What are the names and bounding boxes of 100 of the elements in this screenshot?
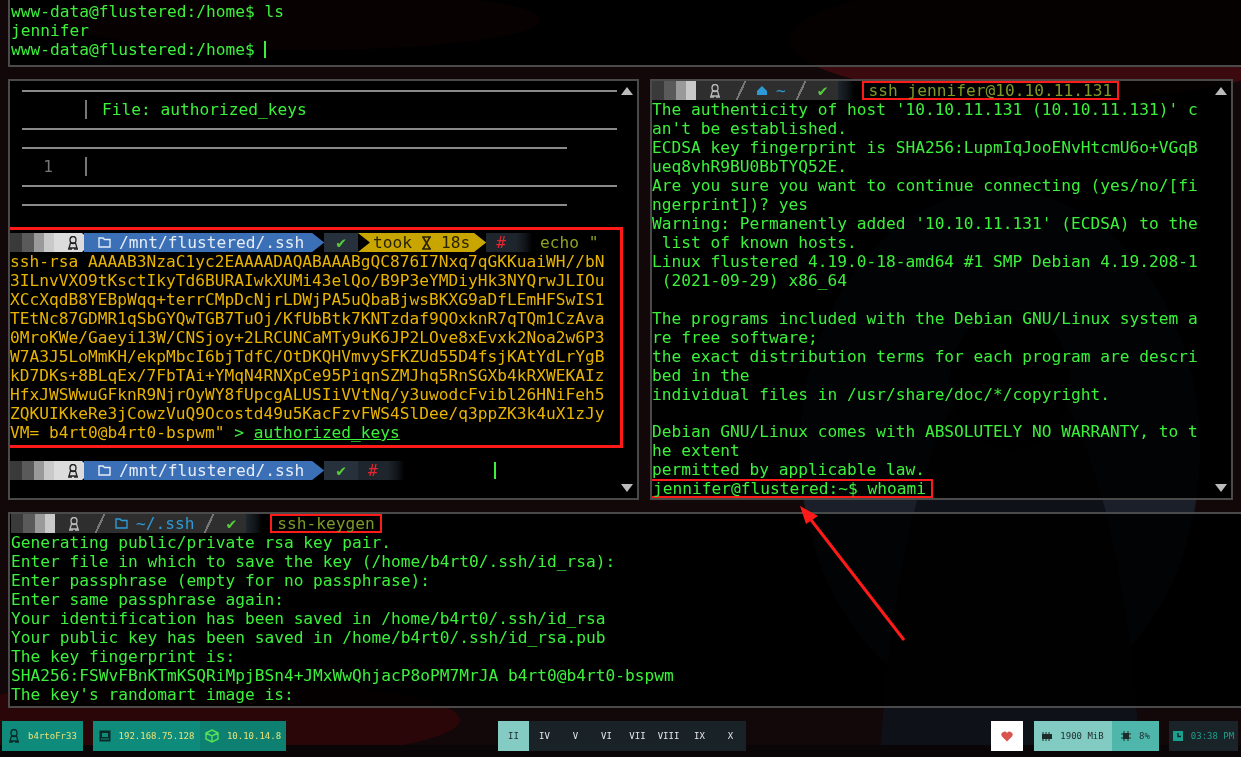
key-text: XCcXqdB8YEBpWqq+terrCMpDcNjrLDWjPA5uQbaBjwsBKXG9aDfLEmHFSwIS1 — [10, 290, 605, 309]
workspace-tab[interactable]: X — [715, 721, 746, 751]
output-line: re free software; — [652, 327, 818, 347]
hourglass-icon — [420, 235, 432, 250]
workspace-tab[interactable]: VI — [591, 721, 622, 751]
terminal-line: jennifer — [11, 21, 89, 40]
path-text: ~/.ssh — [136, 514, 195, 533]
output-line: The authenticity of host '10.10.11.131 (10.10.11.131)' c — [652, 100, 1198, 119]
command-text: ssh jennifer@10.10.11.131 — [868, 81, 1113, 100]
output-line: The key fingerprint is: — [11, 647, 236, 666]
redirect-symbol: > — [234, 423, 244, 442]
status-segment: ✔ — [324, 461, 358, 480]
output-line: The programs included with the Debian GNU/Linux system a — [652, 308, 1198, 328]
output-line: ECDSA key fingerprint is SHA256:LupmIqJooENvHtcmU6o+VGqB — [652, 138, 1198, 157]
prompt-decoration — [11, 514, 55, 533]
prompt-decoration — [10, 233, 54, 252]
output-line: Enter file in which to save the key (/home/b4rt0/.ssh/id_rsa): — [11, 552, 616, 571]
folder-icon — [98, 465, 111, 476]
memory-usage: 1900 MiB — [1060, 731, 1104, 741]
workspace-tab[interactable]: VII — [622, 721, 653, 751]
workspace-tab[interactable]: IX — [684, 721, 715, 751]
prompt-decoration — [652, 81, 696, 100]
terminal-line: www-data@flustered:/home$ — [11, 40, 256, 59]
output-line: Generating public/private rsa key pair. — [11, 533, 392, 552]
path-text: /mnt/flustered/.ssh — [119, 233, 305, 252]
key-text: ssh-rsa AAAAB3NzaC1yc2EAAAADAQABAAABgQC876I7Nxq7qGKKuaiWH//bN — [10, 252, 605, 271]
output-line: the exact distribution terms for each program are descri — [652, 346, 1198, 366]
linux-icon — [709, 83, 721, 98]
output-line: list of known hosts. — [660, 233, 857, 252]
user-name: b4rtoFr33 — [28, 731, 77, 741]
ip-address: 10.10.14.8 — [226, 731, 282, 741]
output-line: Your identification has been saved in /home/b4rt0/.ssh/id_rsa — [11, 609, 606, 628]
linux-icon — [8, 729, 21, 743]
shell-prompt: jennifer@flustered:~$ whoami — [653, 479, 926, 498]
scroll-down-icon[interactable] — [621, 484, 633, 492]
linux-icon — [67, 235, 79, 250]
folder-icon — [115, 518, 128, 529]
key-text: HfxJWSWwuGFknR9NjrOyWY8fUpcgALUSIiVVtNq/y3uwodcFvibl26HNiFeh5 — [10, 385, 605, 404]
root-segment: # — [486, 233, 516, 252]
heart-icon — [1001, 730, 1013, 742]
status-segment: ✔ — [324, 233, 358, 252]
ethernet-icon — [98, 730, 111, 742]
memory-icon — [1042, 731, 1053, 741]
output-line: permitted by applicable law. — [652, 460, 925, 479]
output-line: bed in the — [652, 365, 750, 385]
heart-button[interactable] — [991, 721, 1023, 751]
command-text: echo " — [539, 233, 599, 252]
home-icon — [756, 85, 768, 96]
output-line: ueq8vhR9BU0BbTYQ52E. — [652, 157, 847, 176]
output-line: Debian GNU/Linux comes with ABSOLUTELY NO WARRANTY, to t — [652, 422, 1198, 441]
key-text: 0MroKWe/Gaeyi13W/CNSjoy+2LRCUNCaMTy9uK6JP2LOve8xEvxk2Noa2w6P3 — [10, 328, 605, 347]
file-link[interactable]: authorized_keys — [253, 423, 400, 442]
key-text: VM= b4rt0@b4rt0-bspwm" — [10, 423, 225, 442]
prompt-decoration — [246, 514, 263, 533]
clock-time: 03:38 PM — [1190, 731, 1235, 741]
output-line: Your public key has been saved in /home/b4rt0/.ssh/id_rsa.pub — [11, 628, 606, 647]
scroll-down-icon[interactable] — [1215, 484, 1227, 492]
output-line: an't be established. — [652, 119, 847, 138]
output-line: Enter same passphrase again: — [11, 590, 284, 609]
output-line: he extent — [652, 441, 740, 460]
output-line: The key's randomart image is: — [11, 685, 294, 704]
terminal-line: www-data@flustered:/home$ ls — [11, 2, 284, 21]
output-line: Are you sure you want to continue connecting (yes/no/[fi — [652, 176, 1198, 195]
workspace-tab[interactable]: VIII — [653, 721, 684, 751]
workspace-tab[interactable]: V — [560, 721, 591, 751]
status-segment: ✔ — [807, 81, 838, 100]
cpu-usage: 8% — [1139, 731, 1150, 741]
cpu-icon — [1121, 731, 1132, 741]
workspace-tab[interactable]: II — [498, 721, 529, 751]
key-text: kD7DKs+8BLqEx/7FbTAi+YMqN4RNXpCe95PiqnSZMJhq5RnSGXb4kRXWEKAIz — [10, 366, 605, 385]
output-line: Linux flustered 4.19.0-18-amd64 #1 SMP Debian 4.19.208-1 — [652, 252, 1198, 271]
command-text: ssh-keygen — [277, 514, 375, 533]
path-text: /mnt/flustered/.ssh — [119, 461, 305, 480]
output-line: (2021-09-29) x86_64 — [660, 271, 847, 290]
line-number: 1 — [42, 157, 54, 176]
output-line: Enter passphrase (empty for no passphrase): — [11, 571, 431, 590]
key-text: 3ILnvVXO9tKsctIkyTd6BURAIwkXUMi43elQo/B9P3eYMDiyHk3NYQrwJLIOu — [10, 271, 605, 290]
key-text: W7A3J5LoMmKH/ekpMbcI6bjTdfC/OtDKQHVmvySFKZUd55D4fsjKAtYdLrYgB — [10, 347, 605, 366]
key-text: TEtNc87GDMR1qSbGYQwTGB7TuOj/KfUbBtk7KNTzdaf9QOxknR7qTQm1CzAva — [10, 309, 605, 328]
linux-icon — [68, 516, 80, 531]
key-text: ZQKUIKkeRe3jCowzVuQ9Ocostd49u5KacFzvFWS4SlDee/q3ppZK3k4uX1zJy — [10, 404, 605, 423]
duration-value: 18s — [440, 233, 471, 252]
cube-icon — [204, 729, 219, 743]
prompt-decoration — [10, 461, 54, 480]
ip-address: 192.168.75.128 — [118, 731, 195, 741]
workspace-tab[interactable]: IV — [529, 721, 560, 751]
output-line: Warning: Permanently added '10.10.11.131' (ECDSA) to the — [652, 214, 1198, 233]
clock-icon — [1172, 731, 1183, 741]
output-line: SHA256:FSWvFBnKTmKSQRiMpjBSn4+JMxWwQhjacP8oPM7MrJA b4rt0@b4rt0-bspwm — [11, 666, 674, 685]
scroll-up-icon[interactable] — [1215, 87, 1227, 95]
folder-icon — [98, 237, 111, 248]
status-segment: ✔ — [216, 514, 247, 533]
path-text: ~ — [776, 81, 786, 100]
root-segment: # — [357, 461, 388, 480]
file-name-header: File: authorized_keys — [102, 100, 307, 119]
linux-icon — [67, 463, 79, 478]
duration-label: took — [372, 233, 412, 252]
scroll-up-icon[interactable] — [621, 87, 633, 95]
output-line: individual files in /usr/share/doc/*/copyright. — [652, 384, 1111, 404]
output-line: ngerprint])? yes — [652, 195, 808, 214]
